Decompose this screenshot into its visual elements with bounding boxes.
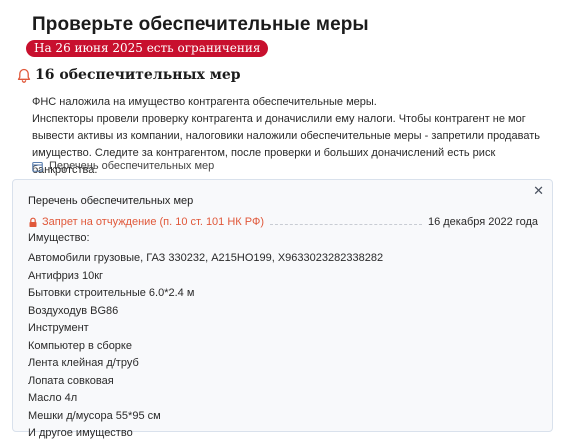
measures-list-link-label[interactable]: Перечень обеспечительных мер: [49, 160, 214, 172]
section-title: 16 обеспечительных мер: [35, 67, 241, 83]
restriction-type[interactable]: Запрет на отчуждение (п. 10 ст. 101 НК Р…: [42, 216, 264, 228]
panel-title: Перечень обеспечительных мер: [28, 195, 194, 207]
section-header: 16 обеспечительных мер: [17, 67, 241, 84]
restriction-badge: На 26 июня 2025 есть ограничения: [26, 40, 269, 57]
property-item: Инструмент: [28, 322, 89, 334]
restriction-date: 16 декабря 2022 года: [427, 216, 538, 228]
property-item: Масло 4л: [28, 392, 78, 404]
property-item: Воздуходув BG86: [28, 304, 119, 317]
property-item: Автомобили грузовые, ГАЗ 330232, А215НО1…: [28, 252, 384, 264]
property-label: Имущество:: [28, 232, 90, 244]
property-item: И другое имущество: [28, 427, 133, 439]
bell-icon: [17, 68, 31, 84]
property-item: Лента клейная д/труб: [28, 357, 139, 369]
calendar-icon: [32, 161, 43, 172]
property-item: Компьютер в сборке: [28, 339, 132, 352]
measures-list-link[interactable]: Перечень обеспечительных мер: [32, 160, 214, 172]
leader-dots: [270, 223, 422, 225]
measures-panel: ✕ Перечень обеспечительных мер Запрет на…: [12, 179, 553, 439]
lock-icon: [28, 217, 38, 228]
restriction-row: Запрет на отчуждение (п. 10 ст. 101 НК Р…: [28, 216, 538, 228]
description-line: ФНС наложила на имущество контрагента об…: [32, 96, 377, 108]
page-title: Проверьте обеспечительные меры: [32, 14, 369, 35]
property-item: Бытовки строительные 6.0*2.4 м: [28, 287, 195, 299]
property-list: Автомобили грузовые, ГАЗ 330232, А215НО1…: [28, 250, 383, 443]
property-item: Мешки д/мусора 55*95 см: [28, 409, 161, 422]
property-item: Лопата совковая: [28, 374, 114, 387]
property-item: Антифриз 10кг: [28, 269, 104, 282]
close-icon[interactable]: ✕: [533, 184, 544, 199]
